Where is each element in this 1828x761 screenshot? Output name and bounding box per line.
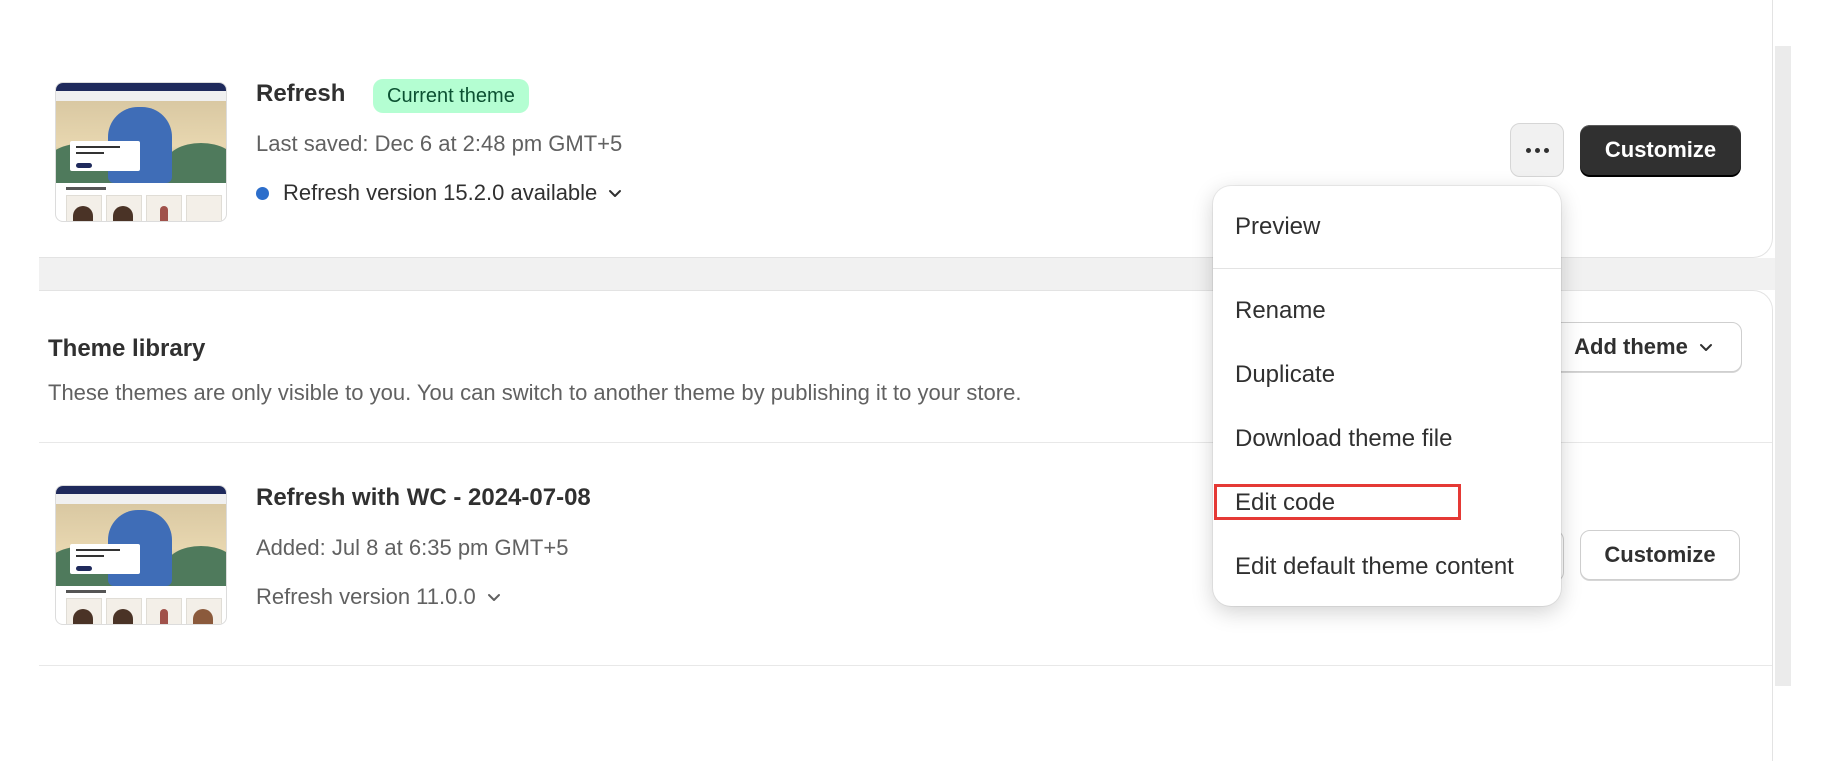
chevron-down-icon bbox=[1699, 344, 1712, 351]
theme-library-title: Theme library bbox=[48, 335, 206, 362]
library-theme-added: Added: Jul 8 at 6:35 pm GMT+5 bbox=[256, 535, 569, 560]
menu-separator bbox=[1213, 268, 1561, 269]
library-bottom-divider bbox=[39, 665, 1772, 666]
library-theme-version-label: Refresh version 11.0.0 bbox=[256, 584, 476, 609]
current-theme-badge: Current theme bbox=[373, 79, 529, 113]
theme-actions-menu: Preview Rename Duplicate Download theme … bbox=[1213, 186, 1561, 606]
customize-current-theme-button[interactable]: Customize bbox=[1580, 125, 1741, 175]
library-theme-name: Refresh with WC - 2024-07-08 bbox=[256, 484, 591, 511]
theme-actions-button[interactable] bbox=[1510, 123, 1564, 177]
add-theme-label: Add theme bbox=[1574, 334, 1688, 359]
add-theme-button[interactable]: Add theme bbox=[1546, 322, 1742, 372]
menu-item-edit-default-theme-content[interactable]: Edit default theme content bbox=[1235, 553, 1514, 581]
theme-library-description: These themes are only visible to you. Yo… bbox=[48, 380, 1022, 405]
current-theme-thumbnail[interactable] bbox=[55, 82, 227, 222]
current-theme-last-saved: Last saved: Dec 6 at 2:48 pm GMT+5 bbox=[256, 131, 623, 156]
chevron-down-icon bbox=[609, 190, 622, 197]
version-available-label: Refresh version 15.2.0 available bbox=[283, 180, 598, 205]
menu-item-duplicate[interactable]: Duplicate bbox=[1235, 361, 1335, 389]
menu-item-rename[interactable]: Rename bbox=[1235, 297, 1326, 325]
menu-item-download-theme-file[interactable]: Download theme file bbox=[1235, 425, 1452, 453]
customize-library-theme-button[interactable]: Customize bbox=[1580, 530, 1740, 580]
menu-item-preview[interactable]: Preview bbox=[1235, 213, 1320, 241]
version-available-toggle[interactable]: Refresh version 15.2.0 available bbox=[256, 180, 623, 206]
chevron-down-icon bbox=[487, 594, 500, 601]
update-status-dot bbox=[256, 186, 269, 200]
library-theme-version-toggle[interactable]: Refresh version 11.0.0 bbox=[256, 584, 502, 610]
current-theme-name: Refresh bbox=[256, 80, 346, 107]
edit-code-highlight-box bbox=[1214, 484, 1461, 520]
more-horizontal-icon bbox=[1525, 147, 1549, 153]
page-scroll-gutter bbox=[1775, 46, 1791, 686]
library-theme-thumbnail[interactable] bbox=[55, 485, 227, 625]
